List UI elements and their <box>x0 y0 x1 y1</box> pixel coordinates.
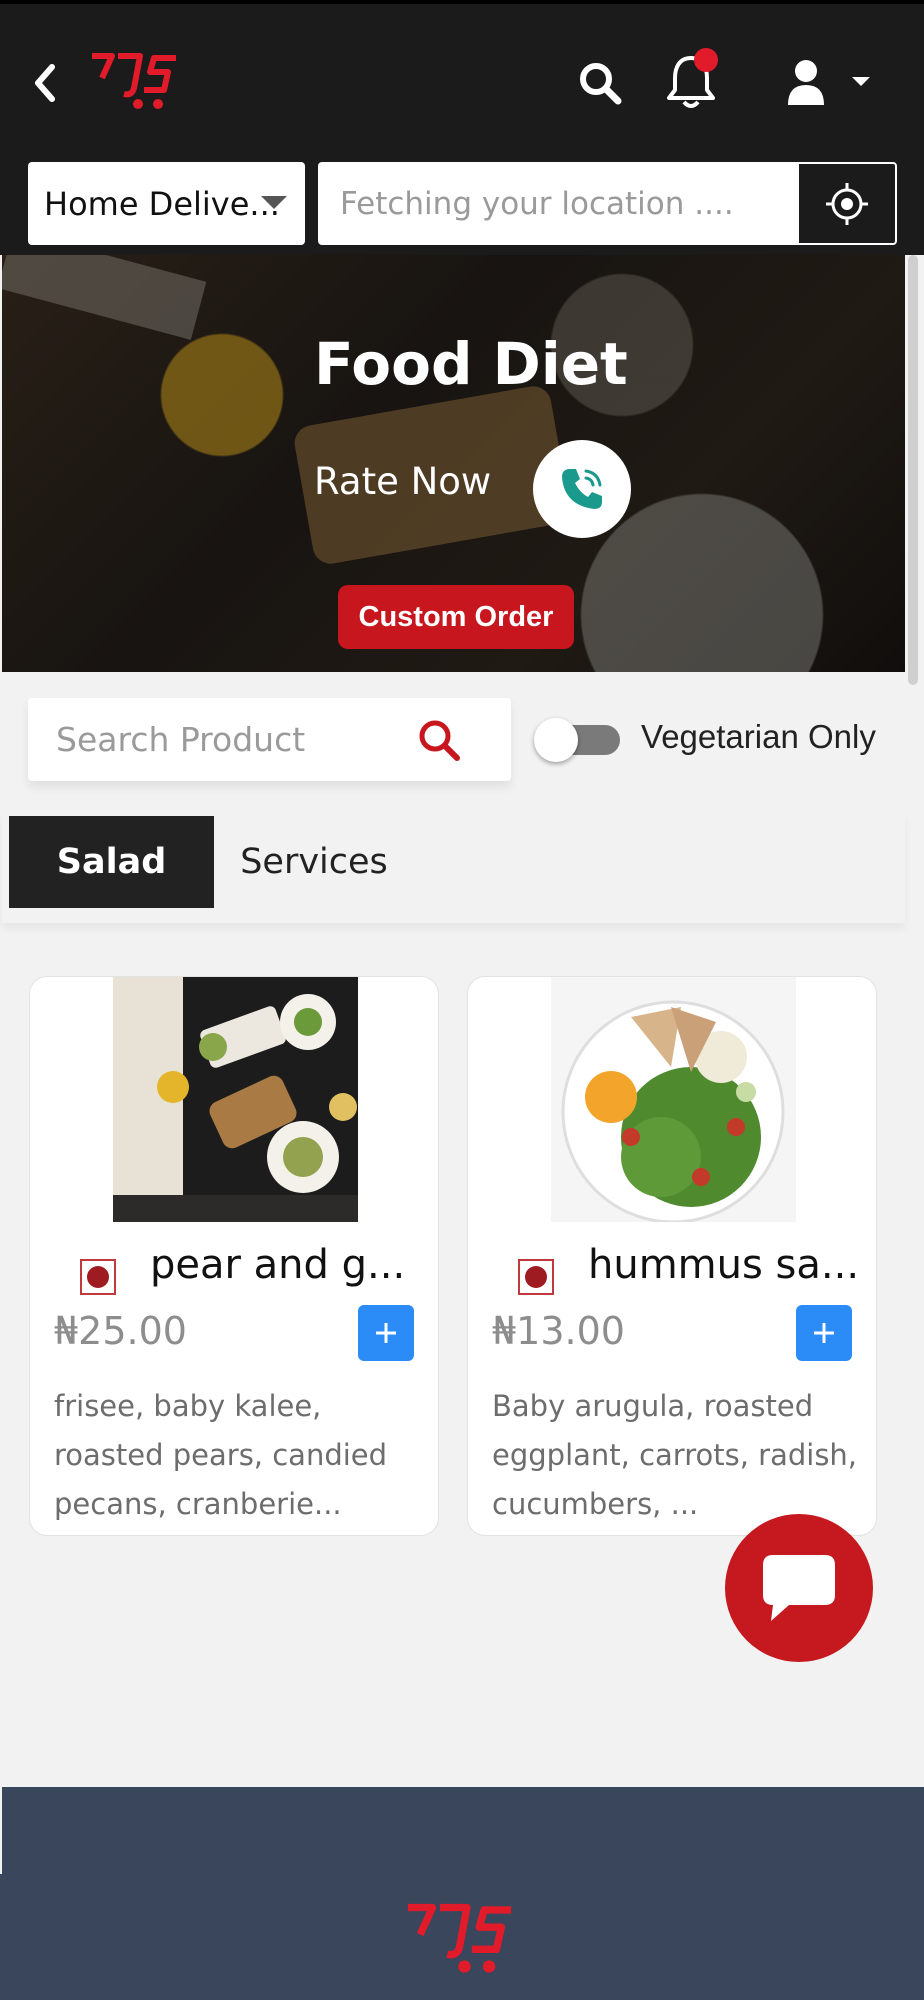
category-tabs: Salad Services <box>2 813 905 923</box>
crosshair-icon <box>826 182 868 225</box>
product-search-input[interactable]: Search Product <box>28 698 511 781</box>
toggle-knob <box>534 718 578 762</box>
search-button[interactable] <box>573 56 627 110</box>
product-name[interactable]: pear and g... <box>150 1242 420 1288</box>
locate-me-button[interactable] <box>797 162 897 245</box>
phone-icon <box>562 469 602 509</box>
add-to-cart-button[interactable] <box>358 1305 414 1361</box>
product-description: Baby arugula, roasted eggplant, carrots,… <box>492 1389 858 1521</box>
product-image[interactable] <box>551 977 796 1222</box>
product-price: ₦25.00 <box>54 1309 187 1353</box>
vegetarian-label: Vegetarian Only <box>641 718 876 755</box>
veg-indicator-icon <box>80 1259 116 1295</box>
add-to-cart-button[interactable] <box>796 1305 852 1361</box>
chat-button[interactable] <box>725 1514 873 1662</box>
notifications-button[interactable] <box>660 48 722 116</box>
plus-icon <box>814 1323 834 1343</box>
footer-band <box>2 1787 924 1874</box>
chevron-left-icon <box>35 64 55 102</box>
back-button[interactable] <box>24 62 66 104</box>
product-description: frisee, baby kalee, roasted pears, candi… <box>54 1389 388 1521</box>
caret-down-icon <box>852 77 870 86</box>
product-price: ₦13.00 <box>492 1309 625 1353</box>
call-button[interactable] <box>533 440 631 538</box>
tab-services[interactable]: Services <box>214 816 414 908</box>
vegetarian-toggle[interactable] <box>534 718 620 762</box>
delivery-mode-value: Home Delive... <box>44 184 280 223</box>
store-banner: Food Diet Rate Now Custom Order <box>2 255 905 672</box>
user-icon <box>788 60 824 105</box>
search-placeholder: Search Product <box>56 720 306 759</box>
product-name[interactable]: hummus sa... <box>588 1242 858 1288</box>
product-card[interactable]: pear and g... ₦25.00 frisee, baby kalee,… <box>29 976 439 1536</box>
dropdown-caret-icon <box>261 196 287 209</box>
footer-brand-logo[interactable] <box>403 1897 521 1977</box>
page-scrollbar[interactable] <box>908 255 918 685</box>
product-image[interactable] <box>113 977 358 1222</box>
custom-order-button[interactable]: Custom Order <box>338 585 574 649</box>
veg-indicator-icon <box>518 1259 554 1295</box>
location-placeholder: Fetching your location .... <box>340 185 734 222</box>
location-input[interactable]: Fetching your location .... <box>318 162 797 245</box>
brand-logo[interactable] <box>88 48 184 112</box>
top-bar: Home Delive... Fetching your location ..… <box>0 0 924 255</box>
user-menu[interactable] <box>780 54 876 110</box>
delivery-mode-select[interactable]: Home Delive... <box>28 162 305 245</box>
plus-icon <box>376 1323 396 1343</box>
chat-bubble-icon <box>763 1555 835 1621</box>
store-title: Food Diet <box>314 330 628 398</box>
product-card[interactable]: hummus sa... ₦13.00 Baby arugula, roaste… <box>467 976 877 1536</box>
tab-salad[interactable]: Salad <box>9 816 214 908</box>
search-icon <box>580 63 622 105</box>
notification-badge <box>694 48 718 72</box>
rate-now-link[interactable]: Rate Now <box>314 460 491 503</box>
search-icon <box>419 720 460 761</box>
